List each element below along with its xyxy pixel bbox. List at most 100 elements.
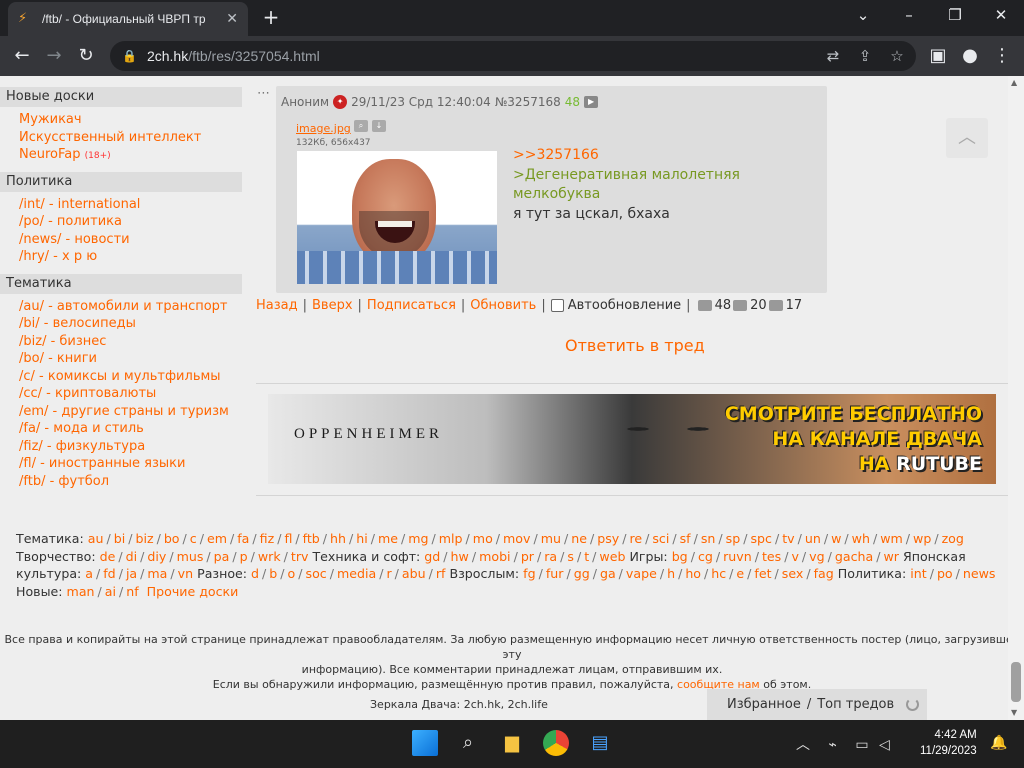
refresh-link[interactable]: Обновить	[470, 298, 536, 313]
board-link-fl[interactable]: fl	[284, 531, 292, 546]
board-link-ho[interactable]: ho	[685, 566, 701, 581]
board-link-vn[interactable]: vn	[178, 566, 193, 581]
minimize-button[interactable]: –	[894, 6, 924, 24]
play-icon[interactable]: ▶	[584, 96, 599, 108]
board-link-un[interactable]: un	[805, 531, 821, 546]
other-boards-link[interactable]: Прочие доски	[147, 584, 239, 599]
board-link-tv[interactable]: tv	[782, 531, 794, 546]
board-link-ne[interactable]: ne	[571, 531, 587, 546]
board-link-hw[interactable]: hw	[451, 549, 469, 564]
board-link-t[interactable]: t	[584, 549, 589, 564]
board-link-a[interactable]: a	[85, 566, 93, 581]
board-link-mus[interactable]: mus	[177, 549, 204, 564]
show-hidden-icons-icon[interactable]: ︿	[796, 737, 810, 753]
board-link-wm[interactable]: wm	[880, 531, 903, 546]
board-link-web[interactable]: web	[599, 549, 625, 564]
chrome-icon[interactable]	[543, 730, 569, 756]
board-link-psy[interactable]: psy	[597, 531, 619, 546]
file-name-link[interactable]: image.jpg	[296, 122, 351, 135]
board-link-bg[interactable]: bg	[672, 549, 688, 564]
board-link-di[interactable]: di	[126, 549, 138, 564]
board-link-gd[interactable]: gd	[424, 549, 440, 564]
top-threads-button[interactable]: Топ тредов	[817, 697, 894, 712]
board-link-hi[interactable]: hi	[356, 531, 367, 546]
bookmark-star-icon[interactable]: ☆	[888, 47, 906, 65]
post-menu-icon[interactable]: ⋯	[257, 86, 270, 101]
scroll-up-arrow-icon[interactable]: ▲	[1011, 78, 1017, 87]
sidebar-item-bo[interactable]: /bo/ - книги	[19, 351, 97, 366]
board-link-bi[interactable]: bi	[114, 531, 126, 546]
share-icon[interactable]: ⇪	[856, 47, 874, 65]
url-field[interactable]: 🔒 2ch.hk/ftb/res/3257054.html ⇄ ⇪ ☆	[110, 41, 916, 71]
board-link-mobi[interactable]: mobi	[479, 549, 510, 564]
board-link-v[interactable]: v	[791, 549, 798, 564]
sidebar-item-fiz[interactable]: /fiz/ - физкультура	[19, 439, 145, 454]
reply-in-thread-button[interactable]: Ответить в тред	[565, 336, 705, 355]
board-link-fiz[interactable]: fiz	[260, 531, 275, 546]
board-link-wrk[interactable]: wrk	[258, 549, 281, 564]
sidebar-item-fa[interactable]: /fa/ - мода и стиль	[19, 421, 144, 436]
image-search-icon[interactable]: ⌕	[354, 120, 368, 132]
sidebar-item-c[interactable]: /c/ - комиксы и мультфильмы	[19, 369, 221, 384]
board-link-abu[interactable]: abu	[402, 566, 426, 581]
board-link-r[interactable]: r	[386, 566, 391, 581]
board-link-h[interactable]: h	[667, 566, 675, 581]
board-link-fa[interactable]: fa	[237, 531, 249, 546]
board-link-pr[interactable]: pr	[521, 549, 534, 564]
sidebar-item-ftb[interactable]: /ftb/ - футбол	[19, 474, 109, 489]
sidebar-item-em[interactable]: /em/ - другие страны и туризм	[19, 404, 229, 419]
board-link-gacha[interactable]: gacha	[835, 549, 873, 564]
board-link-man[interactable]: man	[67, 584, 95, 599]
close-window-button[interactable]: ✕	[986, 6, 1016, 24]
board-link-spc[interactable]: spc	[750, 531, 771, 546]
board-link-hh[interactable]: hh	[330, 531, 346, 546]
menu-kebab-icon[interactable]: ⋮	[990, 45, 1014, 66]
board-link-mo[interactable]: mo	[473, 531, 493, 546]
board-link-o[interactable]: o	[288, 566, 296, 581]
autorefresh-checkbox[interactable]	[550, 299, 564, 312]
sidebar-item-news[interactable]: /news/ - новости	[19, 232, 130, 247]
scrollbar[interactable]: ▲ ▼	[1008, 76, 1024, 720]
board-link-fag[interactable]: fag	[814, 566, 834, 581]
board-link-gg[interactable]: gg	[574, 566, 590, 581]
windows-start-icon[interactable]	[412, 730, 438, 756]
board-link-ga[interactable]: ga	[600, 566, 616, 581]
board-link-biz[interactable]: biz	[135, 531, 153, 546]
board-link-sci[interactable]: sci	[652, 531, 669, 546]
board-link-int[interactable]: int	[910, 566, 926, 581]
new-tab-button[interactable]: +	[260, 6, 282, 28]
board-link-hc[interactable]: hc	[711, 566, 726, 581]
sidebar-item-bi[interactable]: /bi/ - велосипеды	[19, 316, 136, 331]
board-link-soc[interactable]: soc	[306, 566, 327, 581]
forward-arrow-icon[interactable]: →	[42, 45, 66, 66]
board-link-s[interactable]: s	[567, 549, 574, 564]
scroll-up-button[interactable]: ︿	[946, 118, 988, 158]
board-link-fd[interactable]: fd	[103, 566, 115, 581]
tab-search-icon[interactable]: ⌄	[848, 6, 878, 24]
sidebar-item-fl[interactable]: /fl/ - иностранные языки	[19, 456, 185, 471]
app-icon[interactable]: ▤	[587, 730, 613, 756]
board-link-de[interactable]: de	[100, 549, 116, 564]
board-link-sex[interactable]: sex	[782, 566, 804, 581]
volume-icon[interactable]: ◁	[879, 737, 890, 753]
board-link-au[interactable]: au	[88, 531, 104, 546]
sidebar-item-biz[interactable]: /biz/ - бизнес	[19, 334, 106, 349]
lock-icon[interactable]: 🔒	[122, 49, 137, 63]
restore-button[interactable]: ❐	[940, 6, 970, 24]
search-icon[interactable]: ⌕	[455, 730, 481, 756]
board-link-re[interactable]: re	[629, 531, 642, 546]
browser-tab[interactable]: ⚡ /ftb/ - Официальный ЧВРП тр ✕	[8, 2, 248, 36]
ad-banner[interactable]: OPPENHEIMER СМОТРИТЕ БЕСПЛАТНО НА КАНАЛЕ…	[268, 394, 996, 484]
clock[interactable]: 4:42 AM 11/29/2023	[920, 727, 977, 759]
board-link-ma[interactable]: ma	[147, 566, 167, 581]
board-link-wh[interactable]: wh	[852, 531, 870, 546]
board-link-me[interactable]: me	[378, 531, 398, 546]
post-image-thumbnail[interactable]	[297, 151, 497, 284]
board-link-nf[interactable]: nf	[126, 584, 138, 599]
board-link-trv[interactable]: trv	[291, 549, 309, 564]
sidebar-item-ai[interactable]: Искусственный интеллект	[19, 130, 201, 145]
notification-bell-icon[interactable]: 🔔	[986, 730, 1012, 756]
post-reflink[interactable]: >>3257166	[513, 147, 599, 163]
file-explorer-icon[interactable]: ▆	[499, 730, 525, 756]
subscribe-link[interactable]: Подписаться	[367, 298, 456, 313]
